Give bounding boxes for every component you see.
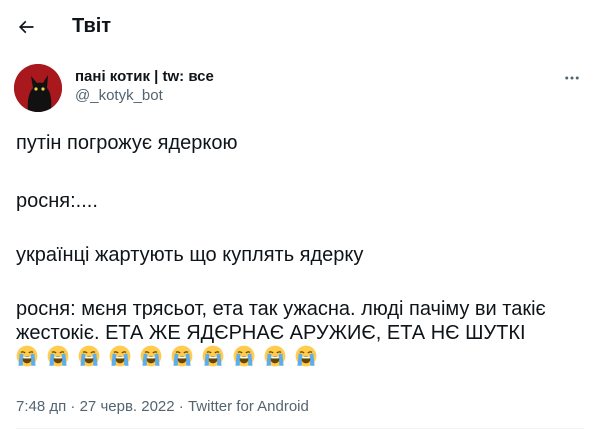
tweet-paragraph-text: росня: мєня трясьот, ета так ужасна. люд… [16, 298, 546, 344]
tweet-paragraph: українці жартують що куплять ядерку [16, 244, 364, 266]
tweet-time[interactable]: 7:48 дп [16, 398, 66, 415]
tweet-meta: 7:48 дп · 27 черв. 2022 · Twitter for An… [16, 398, 309, 416]
meta-separator: · [70, 398, 76, 415]
avatar[interactable] [14, 64, 62, 112]
author-handle[interactable]: @_kotyk_bot [75, 86, 214, 106]
tweet-author: пані котик | tw: все @_kotyk_bot [75, 68, 214, 106]
meta-separator: · [178, 398, 184, 415]
top-bar: Твіт [0, 0, 598, 53]
tweet-paragraph: росня:.... [16, 190, 98, 212]
tweet-paragraph: путін погрожує ядеркою [16, 132, 238, 154]
arrow-left-icon [18, 20, 34, 34]
emoji-row [16, 345, 326, 373]
loudly-crying-face-emoji-icon [295, 345, 317, 367]
author-display-name[interactable]: пані котик | tw: все [75, 68, 214, 86]
loudly-crying-face-emoji-icon [109, 345, 131, 367]
loudly-crying-face-emoji-icon [47, 345, 69, 367]
loudly-crying-face-emoji-icon [233, 345, 255, 367]
page-title: Твіт [72, 15, 112, 37]
tweet-paragraph: росня: мєня трясьот, ета так ужасна. люд… [16, 297, 576, 373]
loudly-crying-face-emoji-icon [78, 345, 100, 367]
loudly-crying-face-emoji-icon [140, 345, 162, 367]
more-dots-icon [565, 76, 579, 80]
loudly-crying-face-emoji-icon [264, 345, 286, 367]
loudly-crying-face-emoji-icon [16, 345, 38, 367]
loudly-crying-face-emoji-icon [202, 345, 224, 367]
more-options-button[interactable] [560, 66, 584, 90]
loudly-crying-face-emoji-icon [171, 345, 193, 367]
tweet-source[interactable]: Twitter for Android [188, 398, 309, 415]
black-cat-avatar-icon [14, 64, 62, 112]
tweet-date[interactable]: 27 черв. 2022 [80, 398, 175, 415]
back-button[interactable] [10, 11, 42, 43]
